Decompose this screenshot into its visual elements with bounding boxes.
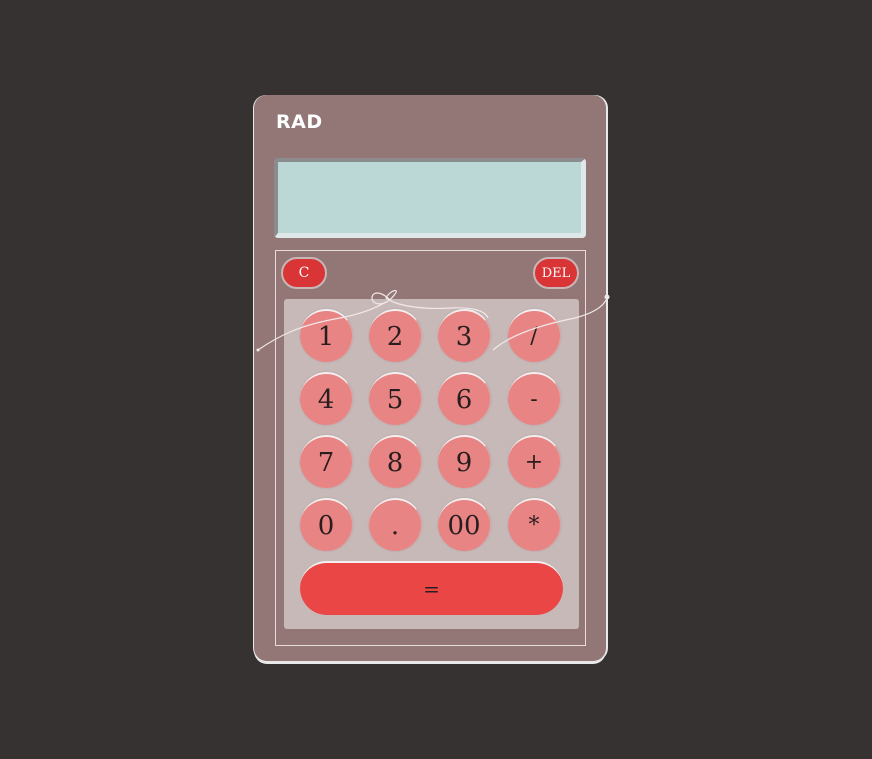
key-7-button[interactable]: 7 bbox=[300, 435, 353, 488]
calculator-title: RAD bbox=[276, 111, 323, 133]
key-decimal-button[interactable]: . bbox=[369, 498, 422, 551]
keypad-frame: C DEL = 1 2 3 / 4 5 6- 7 8 9 +0. 00 * bbox=[275, 250, 586, 646]
key-0-button[interactable]: 0 bbox=[300, 498, 353, 551]
key-divide-button[interactable]: / bbox=[508, 309, 561, 362]
calculator-display bbox=[274, 158, 586, 238]
key-multiply-button[interactable]: * bbox=[508, 498, 561, 551]
key-subtract-button[interactable]: - bbox=[508, 372, 561, 425]
key-add-button[interactable]: + bbox=[508, 435, 561, 488]
key-2-button[interactable]: 2 bbox=[369, 309, 422, 362]
key-3-button[interactable]: 3 bbox=[438, 309, 491, 362]
clear-button[interactable]: C bbox=[281, 257, 327, 289]
keypad: = 1 2 3 / 4 5 6- 7 8 9 +0. 00 * bbox=[284, 299, 579, 629]
key-5-button[interactable]: 5 bbox=[369, 372, 422, 425]
equals-button[interactable]: = bbox=[300, 561, 563, 615]
key-4-button[interactable]: 4 bbox=[300, 372, 353, 425]
calculator-body: RAD C DEL = 1 2 3 / 4 5 6- 7 8 9 +0. 00 * bbox=[254, 95, 606, 661]
key-double-zero-button[interactable]: 00 bbox=[438, 498, 491, 551]
key-8-button[interactable]: 8 bbox=[369, 435, 422, 488]
key-1-button[interactable]: 1 bbox=[300, 309, 353, 362]
key-6-button[interactable]: 6 bbox=[438, 372, 491, 425]
key-9-button[interactable]: 9 bbox=[438, 435, 491, 488]
delete-button[interactable]: DEL bbox=[533, 257, 579, 289]
